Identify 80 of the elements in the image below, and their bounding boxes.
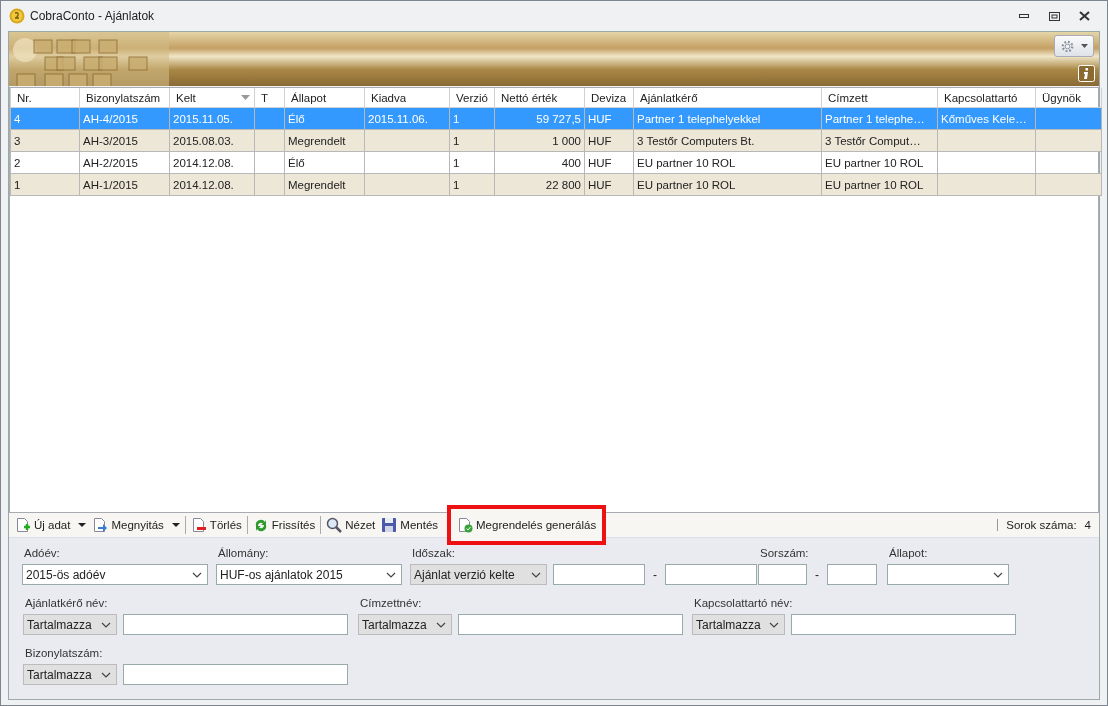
table-cell: 400 <box>494 151 585 174</box>
save-icon <box>381 517 398 533</box>
toolbar-button[interactable]: Megnyitás <box>89 514 183 536</box>
dropdown-field[interactable]: 2015-ös adóév <box>22 564 208 585</box>
chevron-icon <box>386 571 396 578</box>
column-header[interactable]: T <box>261 91 269 104</box>
dropdown-field[interactable]: Tartalmazza <box>358 614 452 635</box>
column-header[interactable]: Ajánlatkérő <box>640 91 698 104</box>
table-cell: 1 <box>449 151 495 174</box>
table-cell: 2 <box>10 151 80 174</box>
input-field[interactable] <box>553 564 645 585</box>
input-field[interactable] <box>791 614 1016 635</box>
chevron-icon <box>769 621 779 628</box>
field-label: Adóév: <box>23 547 61 561</box>
field-label: Kapcsolattartó név: <box>693 597 794 611</box>
toolbar-button[interactable]: Törlés <box>187 514 245 536</box>
search-icon <box>326 517 343 533</box>
dropdown-field[interactable] <box>887 564 1009 585</box>
toolbar-button[interactable]: Új adat <box>12 514 90 536</box>
minimize-icon[interactable] <box>1019 14 1029 18</box>
table-cell: 1 <box>10 173 80 196</box>
dropdown-arrow-icon <box>171 523 180 527</box>
settings-button[interactable] <box>1054 35 1094 57</box>
field-label: Időszak: <box>411 547 456 561</box>
chevron-icon <box>101 621 111 628</box>
table-cell: 2014.12.08. <box>169 151 255 174</box>
toolbar-button[interactable]: Frissítés <box>249 514 319 536</box>
input-field[interactable] <box>758 564 807 585</box>
dropdown-field[interactable]: HUF-os ajánlatok 2015 <box>216 564 402 585</box>
caret-icon <box>1081 44 1088 48</box>
dropdown-arrow-icon <box>78 523 87 527</box>
table-cell: 3 <box>10 129 80 152</box>
table-cell: EU partner 10 ROL <box>633 173 822 196</box>
dropdown-field[interactable]: Tartalmazza <box>692 614 785 635</box>
input-field[interactable] <box>123 614 348 635</box>
field-label: Állomány: <box>217 547 270 561</box>
field-label: Sorszám: <box>759 547 810 561</box>
dropdown-field[interactable]: Tartalmazza <box>23 614 117 635</box>
range-separator: - <box>814 567 820 582</box>
toolbar-button[interactable]: Mentés <box>378 514 442 536</box>
input-field[interactable] <box>827 564 877 585</box>
row-count-value: 4 <box>1084 519 1091 531</box>
row-count-label: Sorok száma: <box>1006 519 1077 531</box>
table-cell: Élő <box>284 151 365 174</box>
field-label: Címzettnév: <box>359 597 423 611</box>
delete-document-icon <box>190 517 207 533</box>
column-header[interactable]: Nr. <box>17 91 32 104</box>
info-icon[interactable] <box>1078 65 1095 82</box>
close-icon[interactable] <box>1078 11 1090 21</box>
table-cell: AH-2/2015 <box>79 151 170 174</box>
input-field[interactable] <box>665 564 757 585</box>
input-field[interactable] <box>458 614 683 635</box>
chevron-icon <box>192 571 202 578</box>
range-separator: - <box>652 567 658 582</box>
toolbar-button[interactable]: Nézet <box>323 514 379 536</box>
chevron-icon <box>531 571 541 578</box>
field-label: Ajánlatkérő név: <box>24 597 109 611</box>
table-cell: EU partner 10 ROL <box>821 151 938 174</box>
settings-icon <box>1060 38 1075 54</box>
input-field[interactable] <box>123 664 348 685</box>
table-cell: EU partner 10 ROL <box>633 151 822 174</box>
table-cell: HUF <box>584 151 634 174</box>
new-document-icon <box>15 517 31 533</box>
restore-icon[interactable] <box>1048 11 1060 21</box>
toolbar-button[interactable]: Megrendelés generálás <box>447 505 607 545</box>
dropdown-field[interactable]: Tartalmazza <box>23 664 117 685</box>
chevron-icon <box>993 571 1003 578</box>
table-cell: Partner 1 telephelyekkel <box>633 107 822 130</box>
field-label: Állapot: <box>888 547 929 561</box>
document-arrow-icon <box>92 517 109 533</box>
chevron-icon <box>101 671 111 678</box>
chevron-icon <box>436 621 446 628</box>
dropdown-field[interactable]: Ajánlat verzió kelte <box>410 564 547 585</box>
column-header[interactable]: Kelt <box>176 91 196 104</box>
table-cell: 3 Testőr Computers Bt. <box>633 129 822 152</box>
document-check-icon <box>457 517 474 533</box>
app-logo-icon <box>9 8 25 24</box>
window-title: CobraConto - Ajánlatok <box>30 9 155 23</box>
field-label: Bizonylatszám: <box>24 647 104 661</box>
table-cell: 4 <box>10 107 80 130</box>
